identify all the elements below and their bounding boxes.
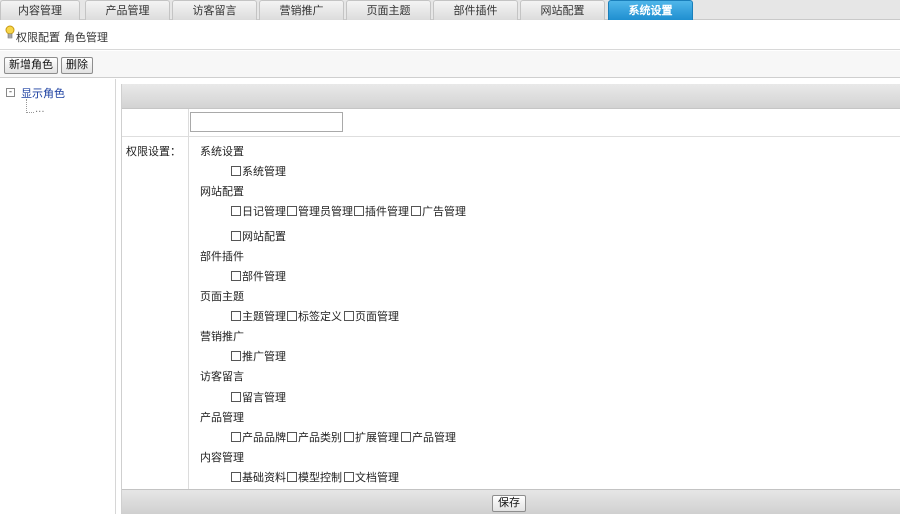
group-title-visitor-messages: 访客留言 bbox=[200, 370, 244, 383]
collapse-toggle-icon[interactable]: - bbox=[6, 88, 15, 97]
checkbox-icon[interactable] bbox=[287, 472, 297, 482]
checkbox-icon[interactable] bbox=[231, 271, 241, 281]
checkbox-icon[interactable] bbox=[344, 472, 354, 482]
checkbox-icon[interactable] bbox=[354, 206, 364, 216]
breadcrumb-separator: / bbox=[56, 29, 60, 42]
checkbox-extension-management[interactable]: 扩展管理 bbox=[344, 429, 399, 445]
tab-widgets-plugins[interactable]: 部件插件 bbox=[433, 0, 518, 20]
checkbox-icon[interactable] bbox=[231, 351, 241, 361]
checkbox-model-control[interactable]: 模型控制 bbox=[287, 469, 342, 485]
group-title-site-config: 网站配置 bbox=[200, 185, 244, 198]
top-tab-bar: 内容管理 产品管理 访客留言 营销推广 页面主题 部件插件 网站配置 系统设置 bbox=[0, 0, 900, 20]
checkbox-icon[interactable] bbox=[287, 206, 297, 216]
checkbox-product-management[interactable]: 产品管理 bbox=[401, 429, 456, 445]
checkbox-basic-data[interactable]: 基础资料 bbox=[231, 469, 286, 485]
tree-branch-line bbox=[26, 99, 34, 113]
group-title-marketing: 营销推广 bbox=[200, 330, 244, 343]
checkbox-tag-definition[interactable]: 标签定义 bbox=[287, 308, 342, 324]
permission-settings-label: 权限设置： bbox=[126, 145, 181, 158]
checkbox-admin-management[interactable]: 管理员管理 bbox=[287, 203, 353, 219]
panel-header bbox=[122, 84, 900, 109]
group-title-system-settings: 系统设置 bbox=[200, 145, 244, 158]
checkbox-message-management[interactable]: 留言管理 bbox=[231, 389, 286, 405]
checkbox-icon[interactable] bbox=[231, 206, 241, 216]
save-button[interactable]: 保存 bbox=[492, 495, 526, 512]
tab-page-theme[interactable]: 页面主题 bbox=[346, 0, 431, 20]
label-column-divider bbox=[188, 109, 189, 489]
checkbox-icon[interactable] bbox=[231, 432, 241, 442]
breadcrumb: 权限配置 / 角色管理 bbox=[0, 21, 900, 50]
role-name-input[interactable] bbox=[190, 112, 343, 132]
role-form-panel: 权限设置： 系统设置 系统管理 网站配置 日记管理 管理员管理 插件管理 广告管… bbox=[121, 84, 900, 514]
lightbulb-icon bbox=[5, 25, 15, 39]
checkbox-icon[interactable] bbox=[344, 311, 354, 321]
checkbox-ad-management[interactable]: 广告管理 bbox=[411, 203, 466, 219]
tree-child-placeholder: ... bbox=[35, 104, 45, 115]
checkbox-site-config[interactable]: 网站配置 bbox=[231, 228, 286, 244]
tab-system-settings[interactable]: 系统设置 bbox=[608, 0, 693, 20]
group-title-content-management: 内容管理 bbox=[200, 451, 244, 464]
checkbox-promotion-management[interactable]: 推广管理 bbox=[231, 348, 286, 364]
tab-content-management[interactable]: 内容管理 bbox=[0, 0, 80, 20]
checkbox-icon[interactable] bbox=[231, 311, 241, 321]
checkbox-diary-management[interactable]: 日记管理 bbox=[231, 203, 286, 219]
checkbox-page-management[interactable]: 页面管理 bbox=[344, 308, 399, 324]
checkbox-icon[interactable] bbox=[411, 206, 421, 216]
checkbox-plugin-management[interactable]: 插件管理 bbox=[354, 203, 409, 219]
checkbox-icon[interactable] bbox=[401, 432, 411, 442]
breadcrumb-role-management: 角色管理 bbox=[64, 31, 108, 44]
form-footer: 保存 bbox=[122, 489, 900, 514]
tab-marketing[interactable]: 营销推广 bbox=[259, 0, 344, 20]
checkbox-icon[interactable] bbox=[344, 432, 354, 442]
checkbox-theme-management[interactable]: 主题管理 bbox=[231, 308, 286, 324]
checkbox-icon[interactable] bbox=[231, 392, 241, 402]
role-tree: - 显示角色 ... bbox=[0, 79, 116, 514]
role-name-row bbox=[122, 109, 900, 137]
add-role-button[interactable]: 新增角色 bbox=[4, 57, 58, 74]
tab-visitor-messages[interactable]: 访客留言 bbox=[172, 0, 257, 20]
group-title-page-theme: 页面主题 bbox=[200, 290, 244, 303]
checkbox-icon[interactable] bbox=[231, 472, 241, 482]
group-title-widgets-plugins: 部件插件 bbox=[200, 250, 244, 263]
checkbox-document-management[interactable]: 文档管理 bbox=[344, 469, 399, 485]
tab-product-management[interactable]: 产品管理 bbox=[85, 0, 170, 20]
checkbox-product-category[interactable]: 产品类别 bbox=[287, 429, 342, 445]
checkbox-icon[interactable] bbox=[231, 166, 241, 176]
checkbox-product-brand[interactable]: 产品品牌 bbox=[231, 429, 286, 445]
checkbox-widget-management[interactable]: 部件管理 bbox=[231, 268, 286, 284]
tab-site-config[interactable]: 网站配置 bbox=[520, 0, 605, 20]
checkbox-icon[interactable] bbox=[231, 231, 241, 241]
group-title-product-management: 产品管理 bbox=[200, 411, 244, 424]
checkbox-system-management[interactable]: 系统管理 bbox=[231, 163, 286, 179]
delete-button[interactable]: 删除 bbox=[61, 57, 93, 74]
toolbar: 新增角色 删除 bbox=[0, 51, 900, 78]
breadcrumb-permission-config[interactable]: 权限配置 bbox=[16, 29, 60, 45]
checkbox-icon[interactable] bbox=[287, 311, 297, 321]
checkbox-icon[interactable] bbox=[287, 432, 297, 442]
